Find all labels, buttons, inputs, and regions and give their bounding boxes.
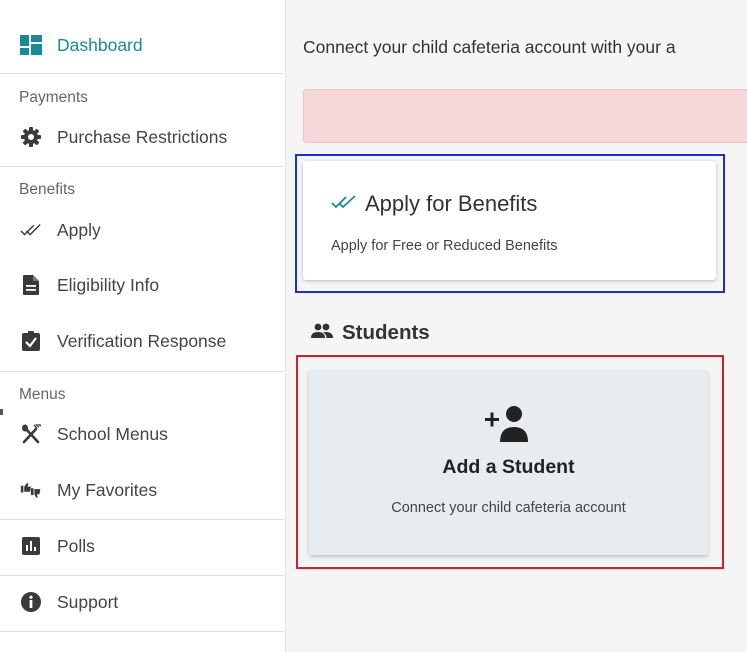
sidebar-item-dashboard[interactable]: Dashboard <box>0 27 284 63</box>
divider <box>0 73 284 74</box>
divider <box>0 519 284 520</box>
add-student-subtitle: Connect your child cafeteria account <box>391 500 626 516</box>
section-label-menus: Menus <box>19 386 66 403</box>
thumbs-icon <box>20 479 42 501</box>
document-icon <box>20 274 42 296</box>
people-icon <box>311 323 333 344</box>
dashboard-icon <box>20 34 42 56</box>
clipboard-check-icon <box>20 330 42 352</box>
students-title: Students <box>342 321 430 344</box>
cursor-artifact <box>0 409 3 415</box>
sidebar-item-label: My Favorites <box>57 479 158 500</box>
double-check-icon <box>331 194 357 215</box>
divider <box>0 631 284 632</box>
sidebar-item-school-menus[interactable]: School Menus <box>0 416 284 452</box>
benefit-card-subtitle: Apply for Free or Reduced Benefits <box>331 238 558 254</box>
add-student-card[interactable]: Add a Student Connect your child cafeter… <box>309 370 708 555</box>
benefit-card-title: Apply for Benefits <box>365 191 538 216</box>
info-icon <box>20 591 42 613</box>
students-heading: Students <box>311 321 430 345</box>
main-content: Connect your child cafeteria account wit… <box>287 0 747 652</box>
sidebar-item-label: Polls <box>57 535 95 556</box>
section-label-payments: Payments <box>19 89 88 106</box>
sidebar-item-label: School Menus <box>57 423 168 444</box>
sidebar-item-my-favorites[interactable]: My Favorites <box>0 472 284 508</box>
section-label-benefits: Benefits <box>19 181 76 198</box>
divider <box>0 166 284 167</box>
gear-icon <box>20 126 42 148</box>
sidebar-item-label: Purchase Restrictions <box>57 126 228 147</box>
add-person-icon <box>484 404 536 444</box>
add-student-title: Add a Student <box>442 456 575 478</box>
apply-benefits-card[interactable]: Apply for Benefits Apply for Free or Red… <box>303 161 716 280</box>
sidebar-item-label: Dashboard <box>57 34 143 55</box>
sidebar-item-label: Verification Response <box>57 330 227 351</box>
alert-banner <box>303 89 747 143</box>
sidebar-item-label: Eligibility Info <box>57 274 160 295</box>
double-check-icon <box>20 219 42 241</box>
sidebar: Dashboard Payments Purchase Restrictions… <box>0 0 286 652</box>
divider <box>0 575 284 576</box>
sidebar-item-label: Support <box>57 591 119 612</box>
sidebar-item-polls[interactable]: Polls <box>0 528 284 564</box>
sidebar-item-apply[interactable]: Apply <box>0 212 284 248</box>
poll-chart-icon <box>20 535 42 557</box>
intro-text: Connect your child cafeteria account wit… <box>303 37 676 57</box>
sidebar-item-verification-response[interactable]: Verification Response <box>0 323 284 359</box>
benefit-title-row: Apply for Benefits <box>331 191 537 217</box>
sidebar-item-eligibility-info[interactable]: Eligibility Info <box>0 267 284 303</box>
sidebar-item-label: Apply <box>57 219 101 240</box>
utensils-icon <box>20 423 42 445</box>
sidebar-item-support[interactable]: Support <box>0 584 284 620</box>
sidebar-item-purchase-restrictions[interactable]: Purchase Restrictions <box>0 119 284 155</box>
divider <box>0 371 284 372</box>
